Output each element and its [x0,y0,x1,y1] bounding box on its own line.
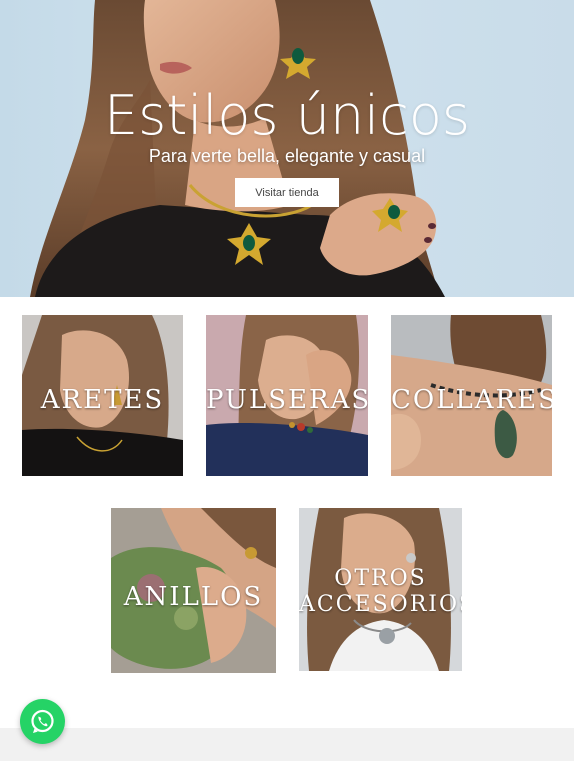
whatsapp-icon [31,709,54,733]
hero-subtitle: Para verte bella, elegante y casual [148,146,426,166]
hero-title: Estilos únicos [103,84,471,147]
footer-strip [0,728,574,761]
category-label: COLLARES [391,385,552,415]
visit-store-button[interactable]: Visitar tienda [235,178,339,207]
category-label: OTROS ACCESORIOS [299,566,462,617]
hero-banner: Estilos únicos Para verte bella, elegant… [0,0,574,297]
category-label: ANILLOS [123,582,264,612]
category-tile-collares[interactable]: COLLARES [391,315,552,476]
category-tile-otros-accesorios[interactable]: OTROS ACCESORIOS [299,508,462,671]
category-tile-pulseras[interactable]: PULSERAS [206,315,368,476]
category-tile-aretes[interactable]: ARETES [22,315,183,476]
category-label: PULSERAS [206,385,368,415]
category-tile-anillos[interactable]: ANILLOS [111,508,276,673]
whatsapp-chat-button[interactable] [20,699,65,744]
category-label: ARETES [40,385,165,415]
